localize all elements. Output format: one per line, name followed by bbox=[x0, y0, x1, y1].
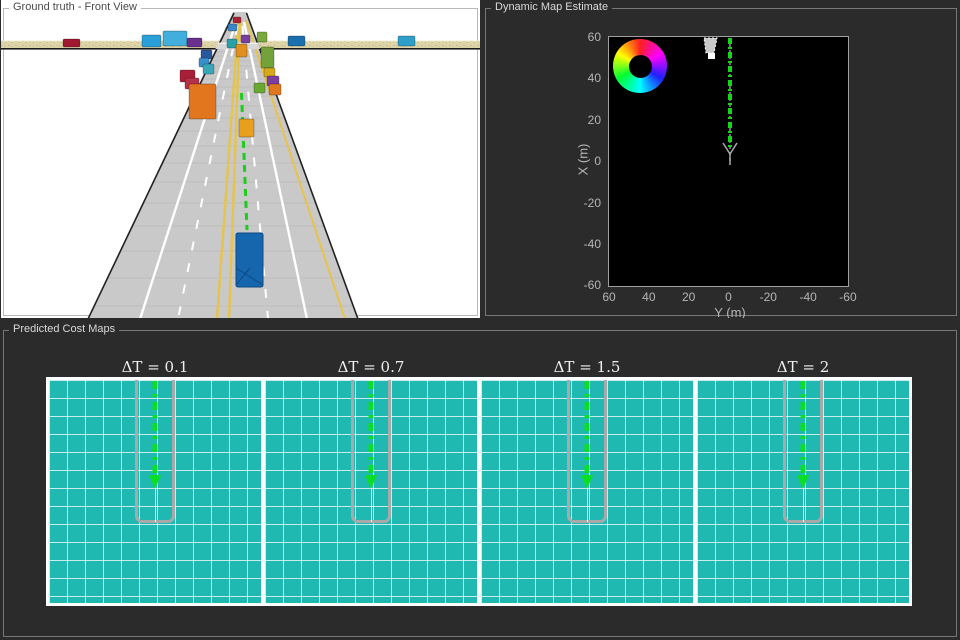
cost-map-title: ΔT = 0.7 bbox=[265, 358, 477, 376]
y-tick-label: 40 bbox=[588, 71, 601, 85]
vehicle bbox=[257, 32, 267, 42]
vehicle bbox=[233, 17, 241, 23]
vehicle bbox=[236, 44, 247, 57]
dynamic-map-plot bbox=[608, 36, 849, 287]
vehicle bbox=[254, 83, 265, 93]
vehicle bbox=[142, 35, 161, 47]
cost-map-3: ΔT = 2 bbox=[697, 380, 909, 603]
y-axis-label: X (m) bbox=[576, 132, 591, 188]
trajectory-arrow bbox=[797, 475, 809, 489]
predicted-trajectory bbox=[801, 381, 806, 477]
tracked-objects-layer bbox=[609, 37, 848, 286]
x-axis-label: Y (m) bbox=[702, 305, 758, 318]
vehicle bbox=[227, 39, 237, 48]
predicted-trajectory bbox=[369, 381, 374, 477]
y-tick-label: -20 bbox=[584, 196, 601, 210]
vehicle bbox=[288, 36, 305, 46]
trajectory-arrow bbox=[149, 475, 161, 489]
vehicle bbox=[241, 35, 250, 43]
y-tick-label: -40 bbox=[584, 237, 601, 251]
dynamic-map-panel-title: Dynamic Map Estimate bbox=[491, 1, 612, 14]
cost-map-title: ΔT = 2 bbox=[697, 358, 909, 376]
vehicle bbox=[261, 47, 274, 68]
vehicle bbox=[63, 39, 80, 47]
x-tick-label: 20 bbox=[682, 290, 695, 304]
y-tick-label: -60 bbox=[584, 278, 601, 292]
road-surface bbox=[88, 12, 358, 318]
vehicle bbox=[189, 84, 216, 119]
ego-vehicle bbox=[236, 233, 263, 287]
cost-map-2: ΔT = 1.5 bbox=[481, 380, 693, 603]
trajectory-arrow bbox=[365, 475, 377, 489]
ground-truth-panel: Ground truth - Front View bbox=[1, 0, 480, 318]
vehicle bbox=[187, 38, 202, 47]
vehicle bbox=[163, 31, 187, 46]
x-tick-label: -20 bbox=[760, 290, 777, 304]
cost-map-title: ΔT = 1.5 bbox=[481, 358, 693, 376]
vehicle bbox=[269, 84, 281, 95]
y-tick-label: 0 bbox=[594, 154, 601, 168]
x-tick-label: 0 bbox=[725, 290, 732, 304]
cost-maps-panel: Predicted Cost Maps ΔT = 0.1ΔT = 0.7ΔT =… bbox=[1, 322, 959, 639]
y-tick-label: 20 bbox=[588, 113, 601, 127]
cost-maps-panel-title: Predicted Cost Maps bbox=[9, 323, 119, 336]
driving-scene bbox=[1, 0, 480, 318]
ground-truth-panel-title: Ground truth - Front View bbox=[9, 1, 141, 14]
x-tick-label: 40 bbox=[642, 290, 655, 304]
ego-vehicle-body bbox=[236, 233, 263, 287]
cost-maps-row: ΔT = 0.1ΔT = 0.7ΔT = 1.5ΔT = 2 bbox=[46, 377, 912, 606]
y-tick-label: 60 bbox=[588, 30, 601, 44]
predicted-trajectory bbox=[585, 381, 590, 477]
detected-object bbox=[704, 38, 717, 53]
vehicle bbox=[228, 24, 237, 31]
vehicle bbox=[239, 119, 254, 137]
predicted-trajectory bbox=[153, 381, 158, 477]
vehicle bbox=[398, 36, 415, 46]
x-tick-label: -60 bbox=[839, 290, 856, 304]
x-tick-label: -40 bbox=[799, 290, 816, 304]
cost-map-0: ΔT = 0.1 bbox=[49, 380, 261, 603]
vehicle bbox=[203, 64, 214, 74]
dynamic-map-panel: Dynamic Map Estimate 60 40 20 0 -20 -40 -60 60… bbox=[483, 0, 959, 318]
trajectory-arrow bbox=[581, 475, 593, 489]
cost-map-1: ΔT = 0.7 bbox=[265, 380, 477, 603]
x-tick-label: 60 bbox=[602, 290, 615, 304]
cost-map-title: ΔT = 0.1 bbox=[49, 358, 261, 376]
